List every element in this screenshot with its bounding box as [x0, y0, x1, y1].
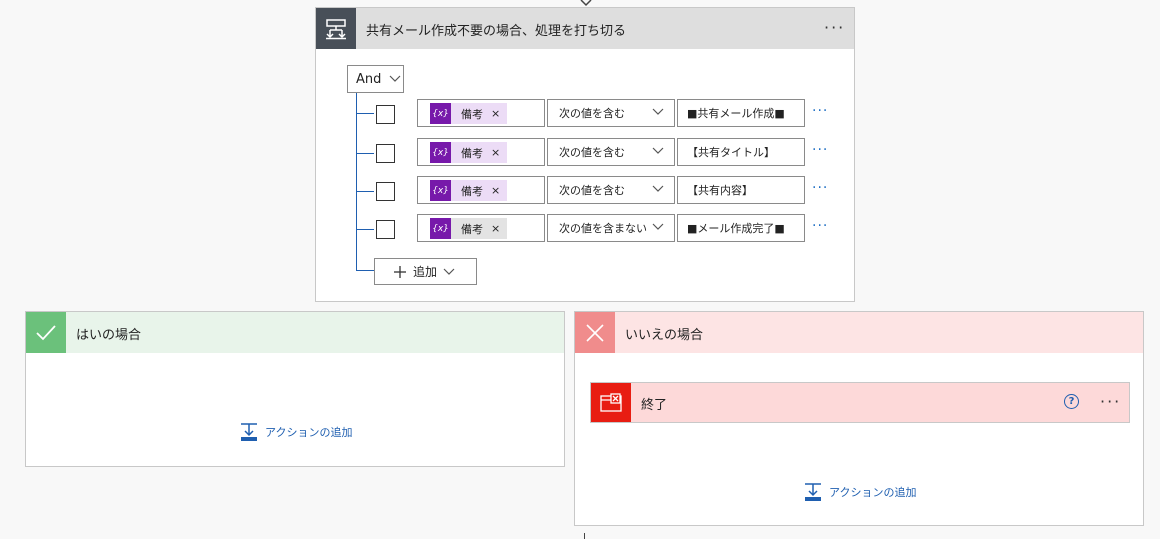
chevron-down-icon [652, 108, 664, 115]
token-label: 備考 [461, 184, 483, 198]
yes-add-action-button[interactable]: アクションの追加 [239, 422, 352, 442]
remove-token-button[interactable]: × [491, 146, 500, 159]
variable-icon: {x} [430, 103, 451, 124]
chevron-down-icon [389, 75, 401, 82]
row-checkbox[interactable] [376, 182, 395, 201]
row-operand-field[interactable]: {x} 備考 × [417, 138, 545, 166]
help-icon[interactable]: ? [1064, 394, 1079, 409]
variable-icon: {x} [430, 180, 451, 201]
operator-value: 次の値を含む [559, 146, 625, 159]
yes-branch-header[interactable]: はいの場合 [26, 312, 564, 353]
variable-token: {x} 備考 × [430, 218, 507, 239]
variable-icon: {x} [430, 218, 451, 239]
tree-branch [356, 229, 374, 230]
row-value-field[interactable]: 【共有内容】 [677, 176, 805, 204]
chevron-down-icon [652, 223, 664, 230]
token-label: 備考 [461, 107, 483, 121]
row-operand-field[interactable]: {x} 備考 × [417, 99, 545, 127]
no-branch-card: いいえの場合 終了 ? ··· アクションの追加 [574, 311, 1144, 526]
condition-icon [316, 8, 356, 49]
tree-branch [356, 153, 374, 154]
add-condition-label: 追加 [413, 265, 438, 279]
condition-header[interactable]: 共有メール作成不要の場合、処理を打ち切る ··· [316, 8, 854, 49]
condition-card: 共有メール作成不要の場合、処理を打ち切る ··· And {x} 備考 × 次の… [315, 7, 855, 302]
chevron-down-icon [443, 268, 455, 275]
tree-branch [356, 191, 374, 192]
terminate-icon [591, 383, 631, 422]
row-more-button[interactable]: ··· [812, 218, 828, 234]
logic-operator-value: And [356, 71, 382, 87]
variable-icon: {x} [430, 142, 451, 163]
add-action-icon [241, 423, 257, 441]
row-value-field[interactable]: ■共有メール作成■ [677, 99, 805, 127]
row-more-button[interactable]: ··· [812, 142, 828, 158]
no-branch-title: いいえの場合 [625, 328, 704, 343]
row-operator-select[interactable]: 次の値を含む [547, 99, 675, 127]
checkmark-icon [26, 312, 66, 353]
remove-token-button[interactable]: × [491, 107, 500, 120]
row-operator-select[interactable]: 次の値を含む [547, 176, 675, 204]
variable-token: {x} 備考 × [430, 180, 507, 201]
close-icon [575, 312, 615, 353]
row-operator-select[interactable]: 次の値を含まない [547, 214, 675, 242]
tree-branch [356, 113, 374, 114]
add-action-icon [805, 483, 821, 501]
row-checkbox[interactable] [376, 105, 395, 124]
token-label: 備考 [461, 146, 483, 160]
terminate-more-button[interactable]: ··· [1100, 392, 1121, 411]
row-operand-field[interactable]: {x} 備考 × [417, 214, 545, 242]
condition-more-button[interactable]: ··· [824, 18, 845, 37]
row-more-button[interactable]: ··· [812, 180, 828, 196]
chevron-down-icon [652, 185, 664, 192]
row-checkbox[interactable] [376, 220, 395, 239]
terminate-action-card[interactable]: 終了 ? ··· [590, 382, 1130, 423]
remove-token-button[interactable]: × [491, 184, 500, 197]
variable-token: {x} 備考 × [430, 103, 507, 124]
operator-value: 次の値を含む [559, 107, 625, 120]
no-add-action-button[interactable]: アクションの追加 [803, 482, 916, 502]
row-more-button[interactable]: ··· [812, 103, 828, 119]
plus-icon [394, 265, 406, 278]
token-label: 備考 [461, 222, 483, 236]
variable-token: {x} 備考 × [430, 142, 507, 163]
logic-operator-select[interactable]: And [347, 65, 404, 93]
remove-token-button[interactable]: × [491, 222, 500, 235]
tree-branch [356, 270, 374, 271]
row-value-field[interactable]: ■メール作成完了■ [677, 214, 805, 242]
no-branch-header[interactable]: いいえの場合 [575, 312, 1143, 353]
row-checkbox[interactable] [376, 144, 395, 163]
add-condition-button[interactable]: 追加 [374, 258, 477, 285]
row-operator-select[interactable]: 次の値を含む [547, 138, 675, 166]
terminate-title: 終了 [641, 398, 668, 413]
operator-value: 次の値を含まない [559, 222, 647, 235]
tree-line [356, 93, 357, 271]
operator-value: 次の値を含む [559, 184, 625, 197]
yes-branch-title: はいの場合 [76, 328, 142, 343]
row-value-field[interactable]: 【共有タイトル】 [677, 138, 805, 166]
condition-title: 共有メール作成不要の場合、処理を打ち切る [366, 24, 627, 39]
row-operand-field[interactable]: {x} 備考 × [417, 176, 545, 204]
connector-line [584, 533, 585, 539]
yes-add-action-label: アクションの追加 [265, 426, 353, 439]
chevron-down-icon [652, 147, 664, 154]
yes-branch-card: はいの場合 アクションの追加 [25, 311, 565, 467]
no-add-action-label: アクションの追加 [829, 486, 917, 499]
